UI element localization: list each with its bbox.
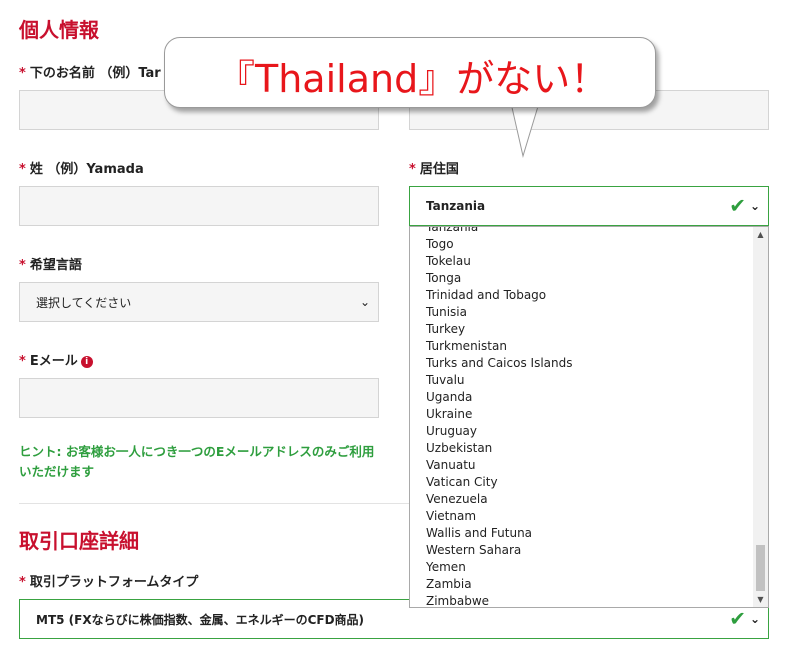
personal-info-title: 個人情報 (19, 18, 99, 42)
email-input[interactable] (19, 378, 379, 418)
dropdown-option[interactable]: Trinidad and Tobago (410, 287, 768, 304)
dropdown-option[interactable]: Vietnam (410, 508, 768, 525)
chevron-down-icon: ⌄ (359, 295, 370, 309)
dropdown-option[interactable]: Tunisia (410, 304, 768, 321)
dropdown-option[interactable]: Turks and Caicos Islands (410, 355, 768, 372)
dropdown-option[interactable]: Western Sahara (410, 542, 768, 559)
dropdown-option[interactable]: Zimbabwe (410, 593, 768, 607)
dropdown-option[interactable]: Tonga (410, 270, 768, 287)
section-divider (19, 503, 409, 504)
language-select-value: 選択してください (36, 295, 132, 310)
account-details-title: 取引口座詳細 (19, 529, 139, 553)
country-select[interactable]: Tanzania ✔ ⌄ (409, 186, 769, 226)
callout-text: 『Thailand』がない！ (217, 57, 609, 101)
country-select-value: Tanzania (426, 199, 486, 213)
language-label: * 希望言語 (19, 258, 82, 273)
platform-select-value: MT5 (FXならびに株価指数、金属、エネルギーのCFD商品) (36, 612, 365, 627)
dropdown-option[interactable]: Tokelau (410, 253, 768, 270)
dropdown-option[interactable]: Uruguay (410, 423, 768, 440)
checkmark-icon: ✔ (729, 606, 746, 631)
dropdown-option-partial[interactable]: Tanzania (410, 227, 768, 236)
dropdown-option[interactable]: Tuvalu (410, 372, 768, 389)
info-icon[interactable]: i (80, 356, 93, 368)
dropdown-option[interactable]: Uzbekistan (410, 440, 768, 457)
scroll-thumb[interactable] (756, 545, 765, 591)
callout-pointer (510, 100, 542, 158)
dropdown-option[interactable]: Vatican City (410, 474, 768, 491)
language-select[interactable]: 選択してください ⌄ (19, 282, 379, 322)
scroll-up-arrow-icon[interactable]: ▲ (753, 230, 768, 239)
country-label: * 居住国 (409, 162, 459, 177)
dropdown-scrollbar[interactable]: ▲ ▼ (753, 227, 768, 607)
last-name-label: * 姓 （例）Yamada (19, 162, 144, 177)
dropdown-option[interactable]: Turkey (410, 321, 768, 338)
callout-bubble: 『Thailand』がない！ (164, 37, 656, 108)
dropdown-option[interactable]: Venezuela (410, 491, 768, 508)
dropdown-option[interactable]: Ukraine (410, 406, 768, 423)
chevron-down-icon: ⌄ (749, 612, 760, 626)
chevron-down-icon: ⌄ (749, 199, 760, 213)
email-label: * Eメール i (19, 350, 93, 369)
dropdown-option[interactable]: Yemen (410, 559, 768, 576)
country-dropdown-list[interactable]: Tanzania Togo Tokelau Tonga Trinidad and To… (409, 226, 769, 608)
dropdown-option[interactable]: Togo (410, 236, 768, 253)
email-hint: ヒント: お客様お一人につき一つのEメールアドレスのみご利用いただけます (19, 444, 375, 479)
dropdown-option[interactable]: Zambia (410, 576, 768, 593)
checkmark-icon: ✔ (729, 193, 746, 218)
dropdown-option[interactable]: Vanuatu (410, 457, 768, 474)
dropdown-options: Togo Tokelau Tonga Trinidad and Tobago Tunis… (410, 236, 768, 607)
first-name-label: * 下のお名前 （例）Tar (19, 66, 161, 81)
last-name-input[interactable] (19, 186, 379, 226)
platform-label: * 取引プラットフォームタイプ (19, 575, 199, 590)
dropdown-option[interactable]: Wallis and Futuna (410, 525, 768, 542)
dropdown-option[interactable]: Uganda (410, 389, 768, 406)
scroll-down-arrow-icon[interactable]: ▼ (753, 595, 768, 604)
dropdown-option[interactable]: Turkmenistan (410, 338, 768, 355)
